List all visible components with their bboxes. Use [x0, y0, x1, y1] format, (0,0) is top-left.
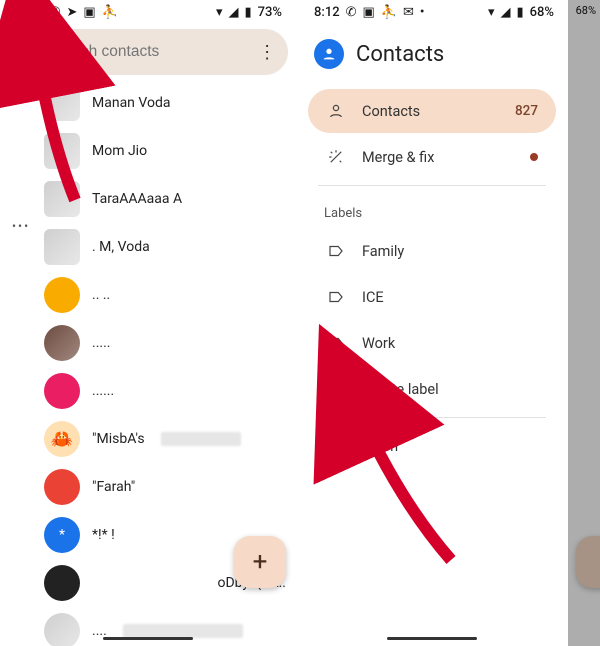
app-title: Contacts [356, 42, 444, 67]
contact-row[interactable]: 🦀 "MisbA's [0, 415, 296, 463]
person-icon [326, 101, 346, 121]
drawer-item-merge[interactable]: Merge & fix [308, 135, 556, 179]
status-time: 8:12 [314, 6, 340, 19]
drawer-item-label: Trash [362, 438, 398, 455]
status-bar: 6:45 ✆ ➤ ▣ ⛹ ▾ ◢ ▮ 73% [0, 0, 296, 25]
whatsapp-icon: ✆ [346, 6, 357, 19]
battery-pct: 73% [258, 6, 282, 19]
person-status-icon: ⛹ [381, 6, 397, 19]
contact-name: Mom Jio [92, 143, 147, 159]
signal-icon: ◢ [500, 6, 510, 19]
drawer-item-contacts[interactable]: Contacts 827 [308, 89, 556, 133]
app-icon: ▣ [363, 6, 375, 19]
contact-avatar: ⠀ [44, 373, 80, 409]
contact-name: *!* ! [92, 527, 115, 543]
contact-name: ...... [92, 383, 114, 399]
contact-avatar: ⠀ [44, 277, 80, 313]
divider [318, 417, 546, 418]
contact-row[interactable]: .... [0, 607, 296, 646]
contact-avatar [44, 229, 80, 265]
drawer-item-label: Contacts [362, 103, 420, 120]
contact-row[interactable]: ⠀...... [0, 367, 296, 415]
hamburger-icon[interactable]: ☰ [22, 42, 38, 63]
contact-name: TaraAAAaaa A [92, 191, 182, 207]
wifi-icon: ▾ [216, 6, 223, 19]
drawer-item-label: Create label [362, 381, 439, 398]
more-icon[interactable]: ⋮ [258, 42, 274, 63]
signal-icon: ◢ [228, 6, 238, 19]
battery-icon: ▮ [244, 6, 251, 19]
app-icon: ▣ [83, 6, 95, 19]
alert-dot-icon [530, 153, 538, 161]
contact-row[interactable]: . M, Voda [0, 223, 296, 271]
telegram-icon: ➤ [67, 6, 78, 19]
drawer-item-create-label[interactable]: Create label [308, 367, 556, 411]
scrim-overlay [568, 0, 600, 646]
contact-avatar [44, 613, 80, 646]
search-input[interactable] [48, 43, 248, 61]
contact-name: . M, Voda [92, 239, 150, 255]
wand-icon [326, 147, 346, 167]
star-icon: ★ [12, 86, 26, 105]
contact-name: ..... [92, 335, 110, 351]
label-icon [326, 333, 346, 353]
drawer-item-label: ICE [362, 289, 384, 306]
label-icon [326, 241, 346, 261]
drawer-item-label: Family [362, 243, 404, 260]
contact-name: "Farah" [92, 479, 135, 495]
redacted-text [123, 624, 243, 638]
gesture-bar [103, 637, 193, 640]
drawer-item-label-work[interactable]: Work [308, 321, 556, 365]
divider [318, 185, 546, 186]
battery-icon: ▮ [516, 6, 523, 19]
gesture-bar [387, 637, 477, 640]
contacts-count: 827 [515, 103, 538, 119]
contact-avatar [44, 181, 80, 217]
redacted-text [161, 432, 241, 446]
contact-avatar: 🦀 [44, 421, 80, 457]
contact-avatar [44, 325, 80, 361]
contact-avatar [44, 565, 80, 601]
contact-avatar [44, 85, 80, 121]
drawer-header: Contacts [296, 25, 568, 87]
label-icon [326, 287, 346, 307]
battery-pct: 68% [530, 6, 554, 19]
whatsapp-icon: ✆ [50, 6, 61, 19]
contacts-app-left: 6:45 ✆ ➤ ▣ ⛹ ▾ ◢ ▮ 73% ☰ ⋮ ★ ••• Manan V… [0, 0, 296, 646]
trash-icon [326, 436, 346, 456]
wifi-icon: ▾ [488, 6, 495, 19]
plus-icon: + [253, 547, 268, 577]
contact-row[interactable]: Manan Voda [0, 79, 296, 127]
status-time: 6:45 [18, 6, 44, 19]
contact-name: "MisbA's [92, 431, 145, 447]
contacts-app-icon [314, 39, 344, 69]
contact-name: .. .. [92, 287, 110, 303]
contact-row[interactable]: ..... [0, 319, 296, 367]
add-contact-fab[interactable]: + [234, 536, 286, 588]
drawer-item-trash[interactable]: Trash [308, 424, 556, 468]
status-bar: 8:12 ✆ ▣ ⛹ ✉ • ▾ ◢ ▮ 68% [296, 0, 568, 25]
person-status-icon: ⛹ [102, 6, 118, 19]
search-bar[interactable]: ☰ ⋮ [8, 29, 288, 75]
contact-name: Manan Voda [92, 95, 170, 111]
contact-avatar: * [44, 517, 80, 553]
background-app-dimmed: 68% [568, 0, 600, 646]
contact-avatar [44, 133, 80, 169]
contact-row[interactable]: "Farah" [0, 463, 296, 511]
contact-row[interactable]: TaraAAAaaa A [0, 175, 296, 223]
overflow-icon: ••• [12, 219, 30, 233]
drawer-item-label-family[interactable]: Family [308, 229, 556, 273]
drawer-item-label: Merge & fix [362, 149, 434, 166]
drawer-item-label-ice[interactable]: ICE [308, 275, 556, 319]
labels-section: Labels [296, 192, 568, 227]
contact-row[interactable]: ⠀ .. .. [0, 271, 296, 319]
contact-row[interactable]: Mom Jio [0, 127, 296, 175]
drawer-item-label: Work [362, 335, 395, 352]
contacts-drawer: 8:12 ✆ ▣ ⛹ ✉ • ▾ ◢ ▮ 68% Contacts Contac… [296, 0, 568, 646]
dot-icon: • [420, 6, 425, 19]
contact-avatar [44, 469, 80, 505]
plus-icon [326, 379, 346, 399]
messenger-icon: ✉ [403, 6, 414, 19]
